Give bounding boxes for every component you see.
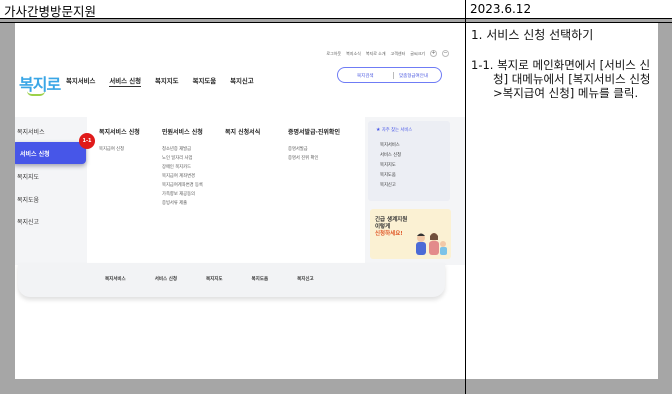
font-size-label: 글씨크기 [410, 50, 425, 56]
support-link[interactable]: 고객센터 [391, 51, 406, 57]
quick-item[interactable]: 복지서비스 [380, 141, 401, 151]
mega-item[interactable]: 청소년증 재발급 [162, 145, 203, 154]
mega-col-welfare-apply: 복지서비스 신청 복지급여 신청 [99, 127, 140, 154]
quick-item[interactable]: 복지신고 [380, 181, 401, 191]
footer-item[interactable]: 복지지도 [206, 276, 223, 282]
pill-divider [393, 72, 394, 79]
mega-item[interactable]: 장애인 복지카드 [162, 163, 203, 172]
mega-item[interactable]: 복지급여 계좌변경 [162, 172, 203, 181]
side-item-service-apply[interactable]: 서비스 신청 [15, 142, 86, 164]
step-description: 1-1. 복지로 메인화면에서 [서비스 신청] 대메뉴에서 [복지서비스 신청… [471, 58, 651, 100]
quick-item[interactable]: 서비스 신청 [380, 151, 401, 161]
footer-item[interactable]: 복지서비스 [105, 276, 126, 282]
side-item-label: 서비스 신청 [20, 151, 50, 158]
footer-item[interactable]: 복지신고 [297, 276, 314, 282]
promo-text: 긴급 생계지원 이렇게 신청하세요! [375, 217, 407, 238]
quick-item[interactable]: 복지도움 [380, 171, 401, 181]
mega-item-benefit-apply[interactable]: 복지급여 신청 [99, 145, 140, 154]
mega-heading[interactable]: 복지서비스 신청 [99, 127, 140, 136]
mega-item[interactable]: 증명서발급 [288, 145, 340, 154]
footer-item[interactable]: 복지도움 [252, 276, 269, 282]
nav-welfare-report[interactable]: 복지신고 [230, 76, 254, 87]
document-title-bar: 가사간병방문지원 2023.6.12 [0, 0, 672, 19]
footer-nav: 복지서비스 서비스 신청 복지지도 복지도움 복지신고 [105, 276, 314, 282]
about-link[interactable]: 복지로 소개 [366, 51, 386, 57]
mega-item[interactable]: 노인 일자리 사업 [162, 154, 203, 163]
nav-welfare-service[interactable]: 복지서비스 [66, 76, 95, 87]
step-title: 1. 서비스 신청 선택하기 [471, 28, 594, 42]
promo-line-2: 이렇게 [375, 224, 391, 230]
quick-title-text: 자주 찾는 서비스 [381, 128, 413, 133]
font-increase-icon[interactable]: + [430, 50, 437, 57]
font-decrease-icon[interactable]: − [442, 50, 449, 57]
mega-col-forms: 복지 신청서식 [225, 127, 260, 145]
mega-item[interactable]: 가족향보 재공동의 [162, 190, 203, 199]
main-nav: 복지서비스 서비스 신청 복지지도 복지도움 복지신고 [66, 76, 254, 87]
side-item-welfare-map[interactable]: 복지지도 [17, 172, 39, 181]
logo-smile-mark [27, 91, 45, 96]
mega-col-civil-apply: 민원서비스 신청 청소년증 재발급 노인 일자리 사업 장애인 복지카드 복지급… [162, 127, 203, 208]
footer-item[interactable]: 서비스 신청 [155, 276, 177, 282]
website-screenshot: 로그아웃 복지소식 복지로 소개 고객센터 글씨크기 + − 복지로 복지서비스… [15, 23, 465, 379]
mega-item[interactable]: 증명서 진위 확인 [288, 154, 340, 163]
welfare-search-button[interactable]: 복지검색 [357, 73, 374, 79]
promo-line-1: 긴급 생계지원 [375, 217, 408, 223]
news-link[interactable]: 복지소식 [346, 51, 361, 57]
mega-item[interactable]: 복지급여계좌변경 등록 [162, 181, 203, 190]
quick-services-box: ★ 자주 찾는 서비스 복지서비스 서비스 신청 복지지도 복지도움 복지신고 [368, 121, 450, 201]
side-item-welfare-report[interactable]: 복지신고 [17, 217, 39, 226]
document-title: 가사간병방문지원 [4, 4, 97, 19]
utility-links: 로그아웃 복지소식 복지로 소개 고객센터 글씨크기 + − [326, 50, 449, 57]
side-item-welfare-service[interactable]: 복지서비스 [17, 127, 45, 136]
description-panel: 1. 서비스 신청 선택하기 1-1. 복지로 메인화면에서 [서비스 신청] … [466, 23, 658, 379]
nav-service-apply[interactable]: 서비스 신청 [109, 76, 142, 87]
nav-welfare-help[interactable]: 복지도움 [193, 76, 217, 87]
side-item-welfare-help[interactable]: 복지도움 [17, 195, 39, 204]
star-icon: ★ [376, 127, 381, 133]
mega-heading[interactable]: 민원서비스 신청 [162, 127, 203, 136]
mega-heading[interactable]: 복지 신청서식 [225, 127, 260, 136]
logout-link[interactable]: 로그아웃 [326, 51, 341, 57]
mega-item[interactable]: 증빙서류 제출 [162, 199, 203, 208]
search-pill: 복지검색 맞춤형급여안내 [337, 67, 442, 83]
family-illustration-icon [416, 233, 447, 255]
mega-col-certificates: 증명서발급·진위확인 증명서발급 증명서 진위 확인 [288, 127, 340, 163]
mega-heading[interactable]: 증명서발급·진위확인 [288, 127, 340, 136]
document-date: 2023.6.12 [470, 2, 532, 16]
quick-item[interactable]: 복지지도 [380, 161, 401, 171]
quick-services-title: ★ 자주 찾는 서비스 [376, 127, 412, 133]
step-badge: 1-1 [79, 133, 95, 149]
nav-welfare-map[interactable]: 복지지도 [155, 76, 179, 87]
quick-services-list: 복지서비스 서비스 신청 복지지도 복지도움 복지신고 [380, 141, 401, 191]
promo-line-3: 신청하세요! [375, 231, 403, 237]
promo-banner[interactable]: 긴급 생계지원 이렇게 신청하세요! [370, 209, 451, 259]
custom-benefit-button[interactable]: 맞춤형급여안내 [399, 73, 428, 79]
